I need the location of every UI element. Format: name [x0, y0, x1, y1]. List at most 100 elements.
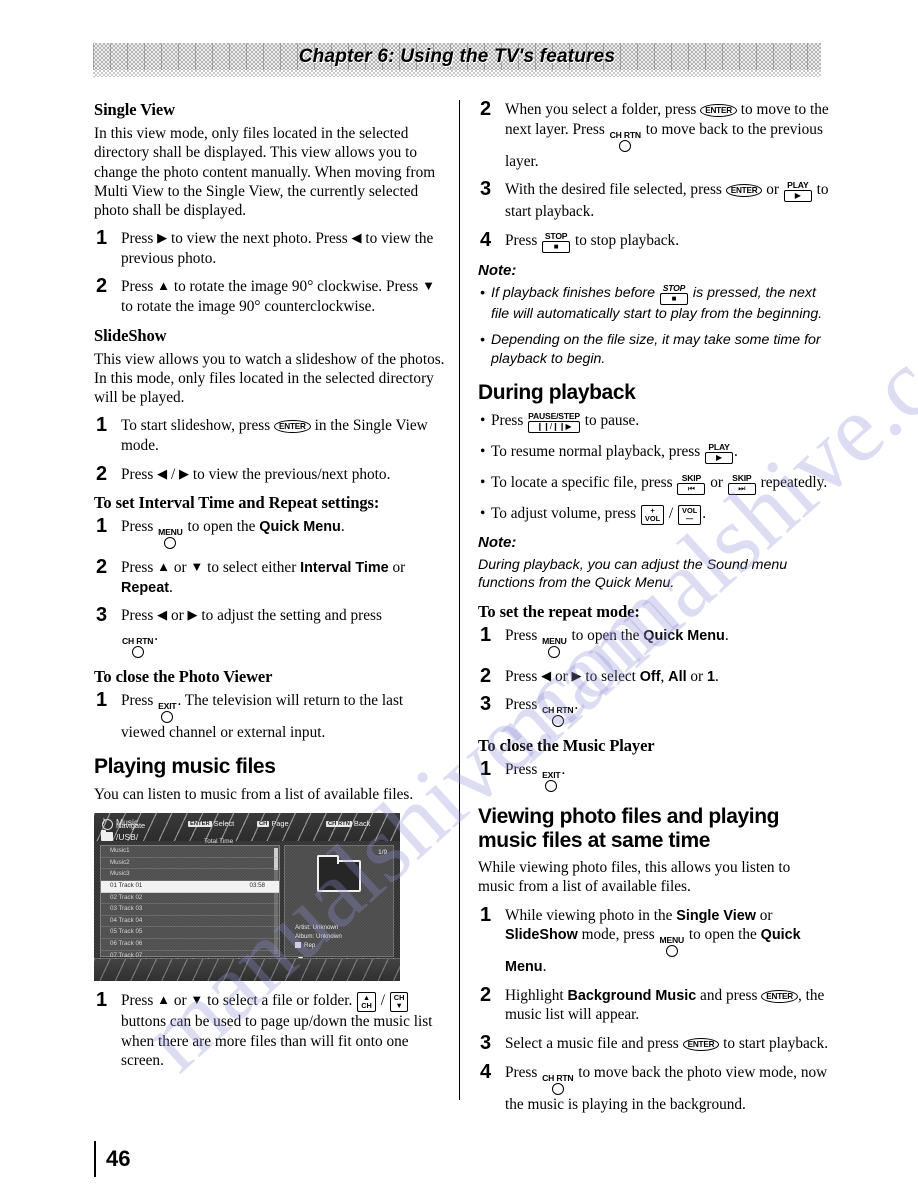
- list-item[interactable]: Music2: [101, 858, 279, 870]
- slash-separator: /: [376, 992, 389, 1010]
- step-text-after: to rotate the image 90° counterclockwise…: [121, 298, 376, 316]
- left-arrow-icon: ◀: [351, 230, 362, 246]
- track-metadata: Artist: Unknown Album: Unknown: [295, 924, 342, 941]
- ch-rtn-key-label: CH RTN: [122, 635, 154, 646]
- step-text-before: Press: [121, 691, 158, 709]
- step-number: 1: [480, 623, 492, 646]
- step-text-mid: to view the next photo. Press: [167, 230, 352, 248]
- page-number-rule: [94, 1141, 96, 1177]
- key-glyph: ▶: [705, 451, 734, 464]
- step-slideshow-1: 1 To start slideshow, press ENTER in the…: [94, 414, 446, 455]
- step-folder-4: 4 Press STOP ■ to stop playback.: [478, 229, 830, 253]
- ui-term-all: All: [668, 668, 687, 685]
- page-number: 46: [106, 1146, 131, 1171]
- key-label: PLAY: [708, 441, 730, 452]
- enter-key-icon: ENTER: [700, 104, 737, 117]
- list-item-name: 03 Track 03: [110, 905, 143, 913]
- bullet-dot: •: [480, 284, 485, 301]
- step-single-view-2: 2 Press ▲ to rotate the image 90° clockw…: [94, 275, 446, 316]
- or-text: or: [762, 181, 783, 199]
- list-item-selected[interactable]: 01 Track 01 03:58: [101, 881, 279, 893]
- step-number: 2: [96, 462, 108, 485]
- step-number: 1: [96, 989, 108, 1012]
- list-item-name: Music2: [110, 858, 130, 866]
- step-text-mid: to open the: [567, 626, 644, 644]
- paragraph-single-view: In this view mode, only files located in…: [94, 125, 436, 220]
- list-item-name: Music3: [110, 870, 130, 878]
- list-item-duration: 03:58: [249, 882, 265, 890]
- step-text-after: .: [724, 626, 729, 644]
- left-arrow-icon: ◀: [157, 607, 168, 623]
- stop-key-icon: STOP ■: [659, 282, 688, 305]
- step-text-after: .: [169, 578, 173, 596]
- music-file-list[interactable]: Music1 Music2 Music3 01 Track 01 03:58 02…: [100, 845, 280, 981]
- step-text-after: to start playback.: [719, 1034, 829, 1052]
- menu-key-icon: MENU: [542, 636, 567, 658]
- step-number: 4: [480, 1060, 492, 1083]
- or-text: or: [167, 607, 188, 625]
- list-item-name: 06 Track 06: [110, 940, 143, 948]
- key-glyph: ■: [659, 292, 688, 305]
- exit-key-label: EXIT: [542, 770, 561, 781]
- step-text-before: Press: [121, 518, 158, 536]
- bullet-dot: •: [480, 442, 486, 460]
- dpad-icon: [102, 819, 113, 831]
- ch-key-badge: CH: [257, 821, 270, 828]
- hint-label: Page: [271, 819, 289, 829]
- step-text-after: .: [340, 518, 345, 536]
- list-item[interactable]: Music3: [101, 869, 279, 882]
- list-item[interactable]: 05 Track 05: [101, 927, 279, 940]
- step-text-after: .: [154, 626, 159, 644]
- bullet-text-before: To resume normal playback, press: [491, 442, 705, 460]
- folder-icon: [101, 829, 113, 842]
- key-ring: [665, 945, 678, 958]
- step-text-after: to stop playback.: [571, 231, 680, 249]
- step-interval-1: 1 Press MENU to open the Quick Menu.: [94, 515, 446, 550]
- list-item[interactable]: 02 Track 02: [101, 893, 279, 905]
- repeat-checkbox-icon[interactable]: [295, 942, 301, 949]
- step-text-after: buttons can be used to page up/down the …: [121, 1013, 433, 1070]
- step-text-mid: and press: [696, 986, 762, 1004]
- step-folder-2: 2 When you select a folder, press ENTER …: [478, 98, 830, 171]
- repeat-indicator[interactable]: Rep: [295, 942, 315, 949]
- note-text: Depending on the file size, it may take …: [491, 332, 821, 367]
- menu-key-icon: MENU: [158, 528, 183, 550]
- hint-label: Back: [353, 819, 371, 829]
- key-ring: [164, 537, 177, 550]
- step-text-before: To start slideshow, press: [121, 417, 275, 435]
- step-text-mid: to rotate the image 90° clockwise. Press: [170, 278, 423, 296]
- hint-label: Navigate: [116, 821, 146, 831]
- ch-rtn-key-label: CH RTN: [542, 705, 574, 716]
- heading-slideshow: SlideShow: [94, 325, 167, 345]
- right-arrow-icon: ▶: [571, 667, 582, 683]
- step-text-before: Press: [121, 992, 158, 1010]
- total-time-label: Total Time: [204, 838, 234, 846]
- list-item[interactable]: 06 Track 06: [101, 939, 279, 951]
- repeat-label: Rep: [304, 942, 316, 950]
- list-item[interactable]: 04 Track 04: [101, 916, 279, 928]
- step-text-before: Press: [121, 559, 158, 577]
- ui-term-repeat: Repeat: [121, 579, 169, 596]
- chapter-title: Chapter 6: Using the TV's features: [298, 46, 616, 67]
- screenshot-bottom-bar: [94, 958, 400, 982]
- hint-select: ENTER Select: [188, 819, 234, 828]
- key-glyph: ■: [542, 240, 571, 253]
- large-folder-icon: [317, 855, 361, 893]
- enter-key-icon: ENTER: [274, 420, 311, 434]
- note-bullet-2: • Depending on the file size, it may tak…: [478, 331, 830, 368]
- key-ring: [551, 1082, 564, 1095]
- ui-term-interval-time: Interval Time: [300, 560, 389, 577]
- list-item[interactable]: Music1: [101, 846, 279, 858]
- or-text-2: or: [686, 667, 707, 685]
- key-label: STOP: [662, 282, 686, 293]
- step-text-mid: to select either: [203, 559, 301, 577]
- bullet-text-after: repeatedly.: [756, 473, 828, 491]
- note-text-before: If playback finishes before: [491, 284, 659, 301]
- step-folder-3: 3 With the desired file selected, press …: [478, 178, 830, 222]
- key-bottom: CH: [361, 1001, 372, 1011]
- or-text: or: [170, 559, 191, 577]
- right-arrow-icon: ▶: [157, 230, 168, 246]
- down-arrow-icon: ▼: [190, 992, 204, 1008]
- list-item[interactable]: 03 Track 03: [101, 904, 279, 916]
- ch-rtn-key-label: CH RTN: [542, 1072, 574, 1083]
